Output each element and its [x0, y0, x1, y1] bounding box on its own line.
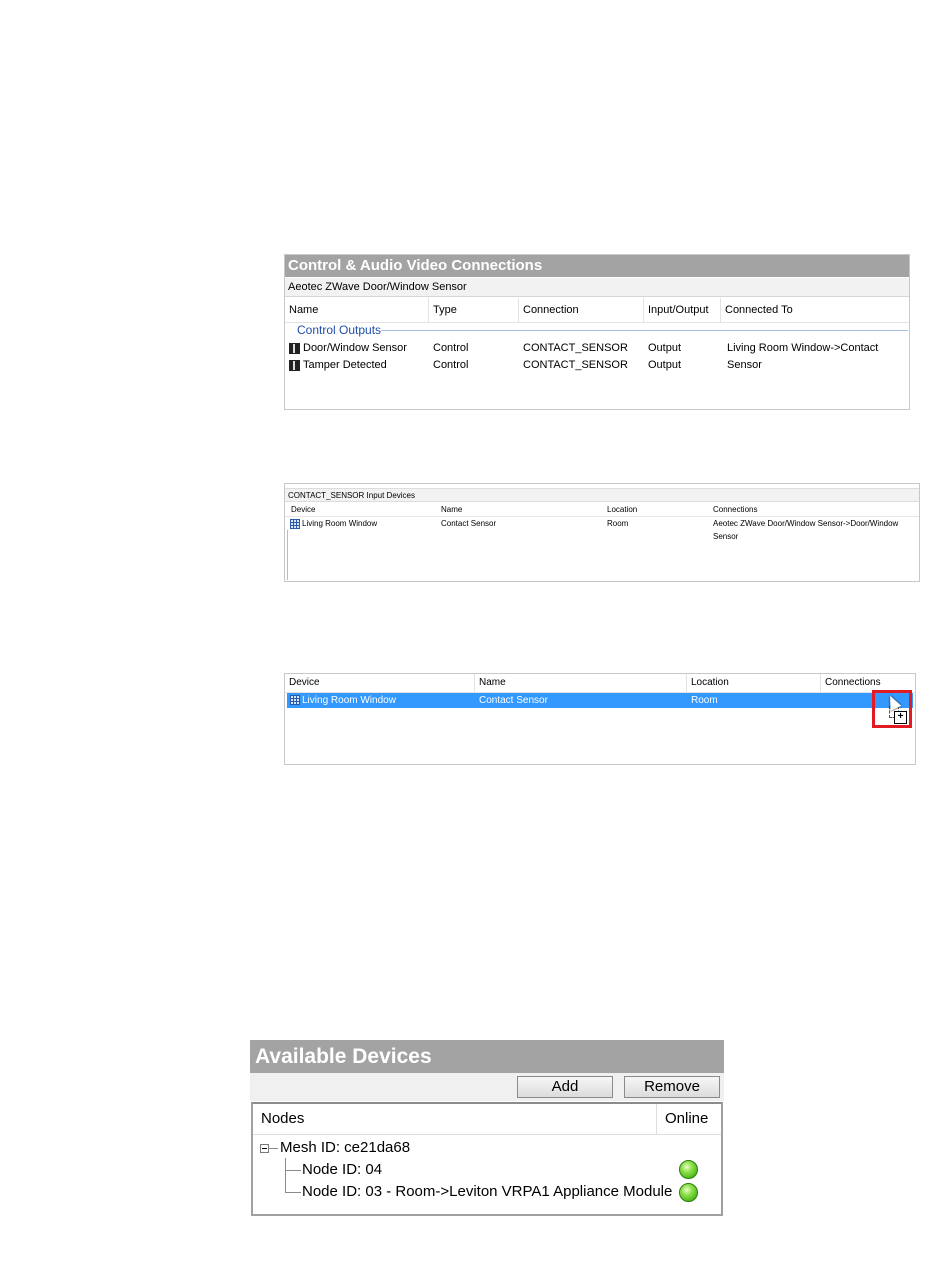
row-name: Door/Window Sensor	[303, 342, 407, 354]
drag-copy-plus-icon: +	[894, 711, 907, 724]
device-name: Aeotec ZWave Door/Window Sensor	[285, 278, 909, 297]
divider	[287, 530, 288, 580]
column-header-location[interactable]: Location	[687, 674, 821, 692]
row-io: Output	[648, 359, 682, 371]
nodes-tree[interactable]: Nodes Online Mesh ID: ce21da68 Node ID: …	[251, 1102, 723, 1216]
column-header-online[interactable]: Online	[657, 1104, 721, 1134]
group-label-control-outputs: Control Outputs	[297, 323, 382, 337]
column-header-row: Name Type Connection Input/Output Connec…	[285, 298, 909, 323]
tree-item-mesh[interactable]: Mesh ID: ce21da68	[280, 1138, 410, 1158]
row-device: Living Room Window	[302, 519, 378, 528]
collapse-toggle-icon[interactable]	[260, 1144, 269, 1153]
column-header-device[interactable]: Device	[285, 674, 475, 692]
row-connections: Aeotec ZWave Door/Window Sensor->Door/Wi…	[713, 519, 899, 541]
panel-title: Control & Audio Video Connections	[285, 255, 909, 277]
column-header-row: Nodes Online	[253, 1104, 721, 1135]
column-header-location[interactable]: Location	[604, 503, 637, 516]
column-header-device[interactable]: Device	[288, 503, 315, 516]
panel-title: Available Devices	[250, 1040, 724, 1073]
column-header-row: Device Name Location Connections	[285, 674, 915, 693]
column-header-row: Device Name Location Connections	[285, 503, 919, 517]
column-header-connected-to[interactable]: Connected To	[721, 298, 909, 322]
online-status-icon	[679, 1160, 698, 1179]
control-connections-panel: Control & Audio Video Connections Aeotec…	[284, 254, 910, 410]
row-type: Control	[433, 342, 469, 354]
drag-devices-panel: Device Name Location Connections Living …	[284, 673, 916, 765]
column-header-connections[interactable]: Connections	[710, 503, 757, 516]
control-port-icon	[289, 359, 300, 371]
row-io: Output	[648, 342, 682, 354]
row-connection: CONTACT_SENSOR	[523, 359, 628, 371]
tree-connector	[285, 1170, 301, 1171]
control-port-icon	[289, 342, 300, 354]
group-divider	[381, 330, 908, 331]
online-status-icon	[679, 1183, 698, 1202]
table-row[interactable]: Tamper Detected Control CONTACT_SENSOR O…	[285, 357, 909, 374]
tree-connector	[269, 1148, 278, 1149]
row-type: Control	[433, 359, 469, 371]
row-location: Room	[607, 519, 629, 528]
tree-connector	[285, 1158, 286, 1193]
row-name: Contact Sensor	[479, 695, 548, 706]
row-location: Room	[691, 695, 718, 706]
column-header-input-output[interactable]: Input/Output	[644, 298, 721, 322]
tree-item-node[interactable]: Node ID: 03 - Room->Leviton VRPA1 Applia…	[302, 1182, 672, 1202]
device-grid-icon	[290, 695, 300, 706]
column-header-type[interactable]: Type	[429, 298, 519, 322]
toolbar: Add Remove	[250, 1073, 724, 1101]
available-devices-panel: Available Devices Add Remove Nodes Onlin…	[250, 1040, 724, 1216]
panel-title: CONTACT_SENSOR Input Devices	[285, 488, 919, 502]
remove-button[interactable]: Remove	[624, 1076, 720, 1098]
tree-item-node[interactable]: Node ID: 04	[302, 1160, 382, 1180]
table-row[interactable]: Living Room Window Contact Sensor Room A…	[285, 517, 919, 541]
row-name: Tamper Detected	[303, 359, 387, 371]
column-header-connection[interactable]: Connection	[519, 298, 644, 322]
row-name: Contact Sensor	[441, 519, 497, 528]
column-header-name[interactable]: Name	[438, 503, 462, 516]
input-devices-panel: CONTACT_SENSOR Input Devices Device Name…	[284, 483, 920, 582]
row-connection: CONTACT_SENSOR	[523, 342, 628, 354]
device-grid-icon	[290, 518, 300, 529]
selected-table-row[interactable]: Living Room Window Contact Sensor Room	[287, 693, 913, 708]
table-row[interactable]: Door/Window Sensor Control CONTACT_SENSO…	[285, 340, 909, 371]
column-header-name[interactable]: Name	[475, 674, 687, 692]
add-button[interactable]: Add	[517, 1076, 613, 1098]
row-device: Living Room Window	[302, 695, 396, 706]
column-header-name[interactable]: Name	[285, 298, 429, 322]
column-header-nodes[interactable]: Nodes	[253, 1104, 657, 1134]
tree-connector	[285, 1192, 301, 1193]
